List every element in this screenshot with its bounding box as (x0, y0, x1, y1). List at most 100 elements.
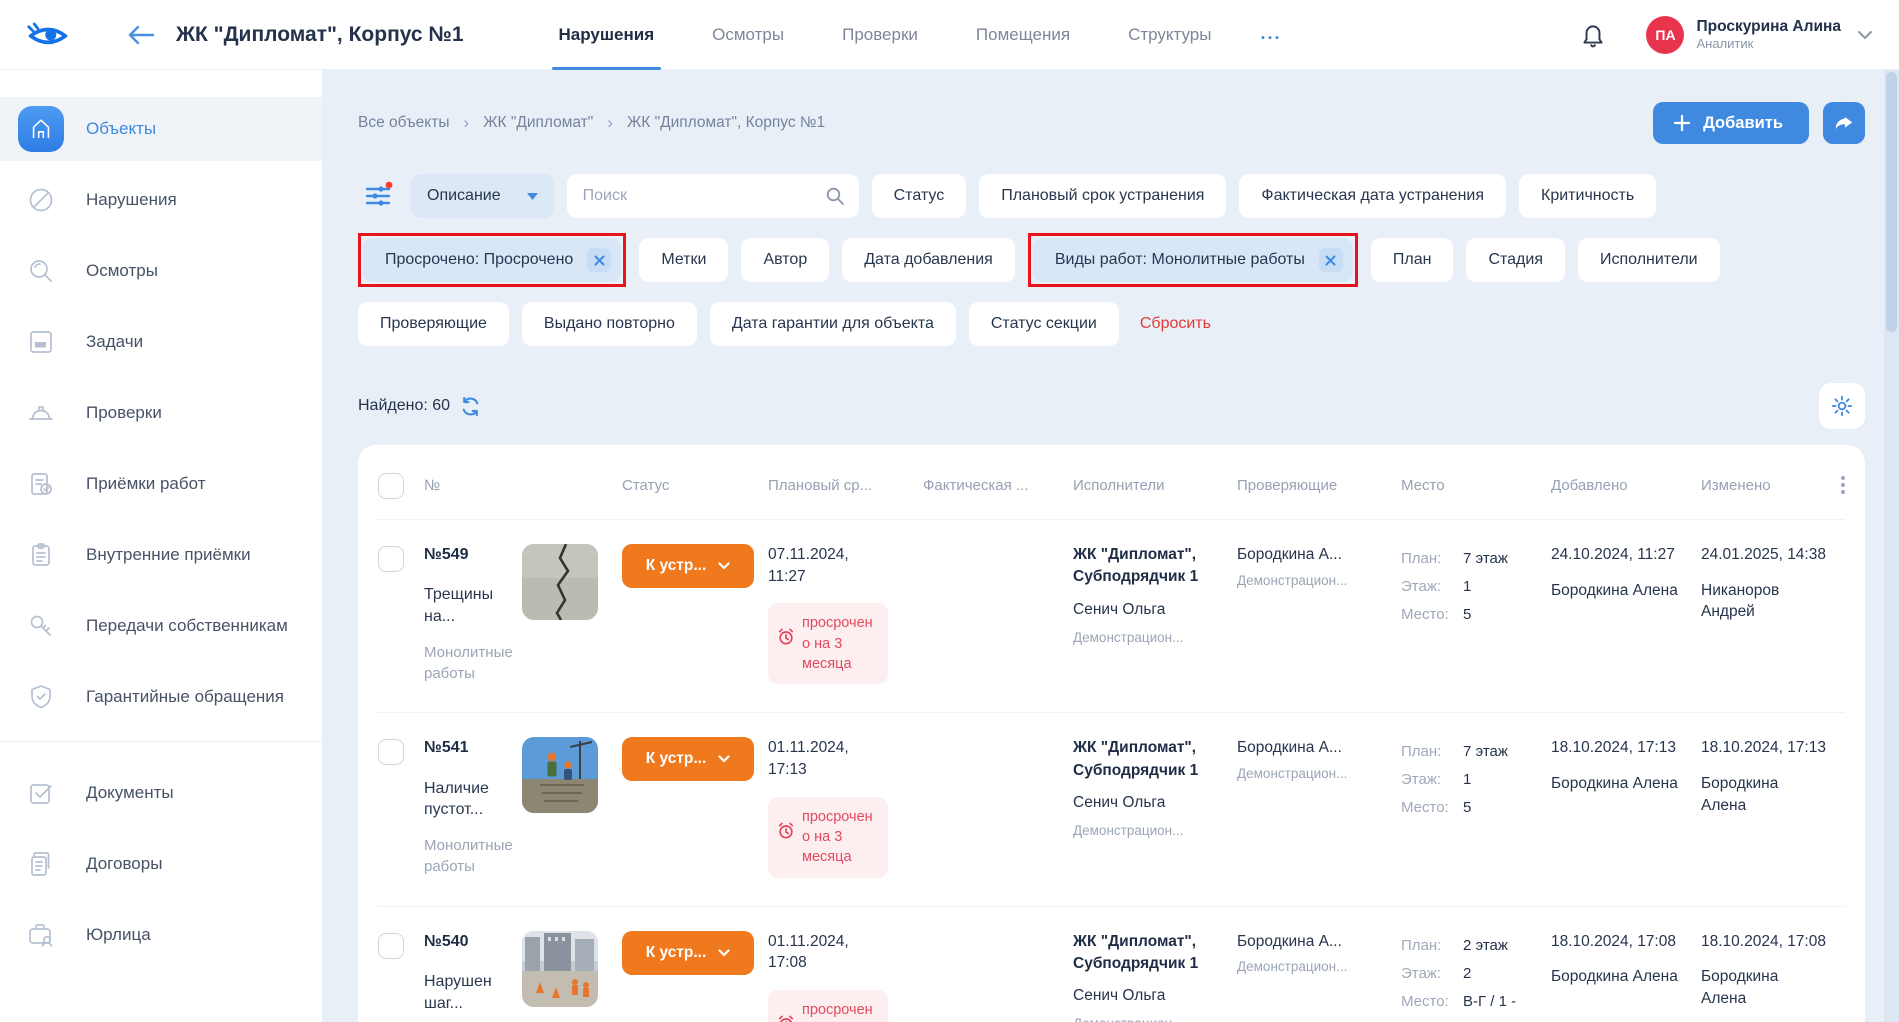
filter-chip-labels[interactable]: Метки (639, 238, 728, 282)
alarm-clock-icon (776, 627, 796, 647)
sidebar-item-checks[interactable]: Проверки (0, 381, 322, 445)
page-scrollbar[interactable] (1884, 70, 1899, 1022)
filter-chip-criticality[interactable]: Критичность (1519, 174, 1656, 218)
back-arrow-icon[interactable] (126, 24, 156, 46)
filter-chip-warranty-date[interactable]: Дата гарантии для объекта (710, 302, 956, 346)
applied-filter-overdue[interactable]: Просрочено: Просрочено (363, 238, 621, 282)
filter-chip-reissued[interactable]: Выдано повторно (522, 302, 697, 346)
breadcrumb-complex[interactable]: ЖК "Дипломат" (483, 114, 593, 132)
tabs-more-ellipsis[interactable]: ... (1240, 0, 1301, 70)
scrollbar-thumb[interactable] (1886, 72, 1897, 332)
filter-chip-author[interactable]: Автор (741, 238, 829, 282)
filter-chip-executors[interactable]: Исполнители (1578, 238, 1720, 282)
tab-structures[interactable]: Структуры (1099, 0, 1240, 70)
search-type-select[interactable]: Описание (411, 174, 554, 218)
tab-checks[interactable]: Проверки (813, 0, 947, 70)
status-dropdown-button[interactable]: К устр... (622, 737, 754, 781)
refresh-icon[interactable] (460, 396, 481, 417)
table-row[interactable]: №541 Наличие пустот... Монолитные работы… (378, 712, 1845, 905)
sidebar-item-documents[interactable]: Документы (0, 761, 322, 825)
close-icon[interactable] (587, 248, 611, 272)
filter-chip-stage[interactable]: Стадия (1466, 238, 1565, 282)
close-icon[interactable] (1319, 248, 1343, 272)
status-dropdown-button[interactable]: К устр... (622, 931, 754, 975)
alarm-clock-icon (776, 1014, 796, 1022)
breadcrumb-all-objects[interactable]: Все объекты (358, 114, 450, 132)
violation-title: Нарушен шаг... (424, 971, 508, 1014)
column-settings-kebab-icon[interactable] (1841, 476, 1849, 494)
row-checkbox[interactable] (378, 546, 404, 572)
overdue-text: просрочено на 3 месяца (802, 613, 876, 674)
sidebar-item-owner-handovers[interactable]: Передачи собственникам (0, 594, 322, 658)
filter-chip-actual-date[interactable]: Фактическая дата устранения (1239, 174, 1506, 218)
sidebar-item-warranty-claims[interactable]: Гарантийные обращения (0, 665, 322, 729)
home-icon (18, 106, 64, 152)
changed-by: Бородкина Алена (1701, 773, 1827, 816)
filter-chip-date-added[interactable]: Дата добавления (842, 238, 1015, 282)
row-checkbox[interactable] (378, 739, 404, 765)
added-date: 18.10.2024, 17:13 (1551, 737, 1687, 759)
violation-photo[interactable] (522, 931, 598, 1007)
found-count: Найдено: 60 (358, 397, 450, 415)
tab-violations[interactable]: Нарушения (530, 0, 684, 70)
user-name: Проскурина Алина (1696, 17, 1841, 36)
col-header-place: Место (1401, 477, 1551, 494)
documents-copy-icon (18, 841, 64, 887)
violation-photo[interactable] (522, 737, 598, 813)
executor-note: Демонстрацион... (1073, 629, 1223, 648)
app-logo-eye-icon (26, 19, 70, 51)
caret-down-icon (527, 193, 538, 200)
sidebar-item-violations[interactable]: Нарушения (0, 168, 322, 232)
table-settings-button[interactable] (1819, 383, 1865, 429)
sidebar-item-inspections[interactable]: Осмотры (0, 239, 322, 303)
notifications-bell-icon[interactable] (1580, 21, 1606, 49)
share-button[interactable] (1823, 102, 1865, 144)
overdue-badge: просрочено на 3 месяца (768, 990, 888, 1022)
tab-premises[interactable]: Помещения (947, 0, 1099, 70)
filter-chip-plan[interactable]: План (1371, 238, 1454, 282)
sidebar-item-contracts[interactable]: Договоры (0, 832, 322, 896)
table-row[interactable]: №549 Трещины на... Монолитные работы К у… (378, 519, 1845, 712)
search-input[interactable] (581, 186, 825, 206)
magnifier-icon (18, 248, 64, 294)
breadcrumb-separator: › (464, 113, 470, 133)
sidebar-item-internal-acceptances[interactable]: Внутренние приёмки (0, 523, 322, 587)
planned-date: 01.11.2024, 17:13 (768, 737, 884, 780)
status-dropdown-button[interactable]: К устр... (622, 544, 754, 588)
sidebar-item-objects[interactable]: Объекты (0, 97, 322, 161)
search-icon[interactable] (825, 186, 845, 206)
sidebar-item-work-acceptances[interactable]: Приёмки работ (0, 452, 322, 516)
avatar: ПА (1646, 16, 1684, 54)
table-row[interactable]: №540 Нарушен шаг... Монолитные работы К … (378, 906, 1845, 1022)
sidebar-item-legal-entities[interactable]: Юрлица (0, 903, 322, 967)
filter-chip-inspectors[interactable]: Проверяющие (358, 302, 509, 346)
inspector-note: Демонстрацион... (1237, 572, 1387, 591)
briefcase-person-icon (18, 912, 64, 958)
sidebar-item-tasks[interactable]: Задачи (0, 310, 322, 374)
add-button[interactable]: Добавить (1653, 102, 1809, 144)
no-entry-icon (18, 177, 64, 223)
inspector-note: Демонстрацион... (1237, 765, 1387, 784)
violation-photo[interactable] (522, 544, 598, 620)
reset-filters-link[interactable]: Сбросить (1132, 315, 1219, 333)
row-checkbox[interactable] (378, 933, 404, 959)
violation-title: Наличие пустот... (424, 778, 508, 821)
gear-icon (1830, 394, 1854, 418)
executor-note: Демонстрацион... (1073, 822, 1223, 841)
clipboard-check-icon (18, 461, 64, 507)
user-menu[interactable]: ПА Проскурина Алина Аналитик (1646, 16, 1873, 54)
tab-inspections[interactable]: Осмотры (683, 0, 813, 70)
select-all-checkbox[interactable] (378, 473, 404, 499)
changed-by: Никаноров Андрей (1701, 580, 1827, 623)
applied-filter-work-types[interactable]: Виды работ: Монолитные работы (1033, 238, 1353, 282)
task-card-icon (18, 319, 64, 365)
breadcrumb-current: ЖК "Дипломат", Корпус №1 (627, 114, 825, 132)
col-header-executors: Исполнители (1073, 477, 1237, 494)
chevron-down-icon[interactable] (1857, 30, 1873, 40)
filter-chip-planned-deadline[interactable]: Плановый срок устранения (979, 174, 1226, 218)
filter-chip-status[interactable]: Статус (872, 174, 967, 218)
planned-date: 07.11.2024, 11:27 (768, 544, 884, 587)
overdue-text: просрочено на 3 месяца (802, 807, 876, 868)
filter-chip-section-status[interactable]: Статус секции (969, 302, 1119, 346)
filter-sliders-icon[interactable] (358, 174, 398, 218)
